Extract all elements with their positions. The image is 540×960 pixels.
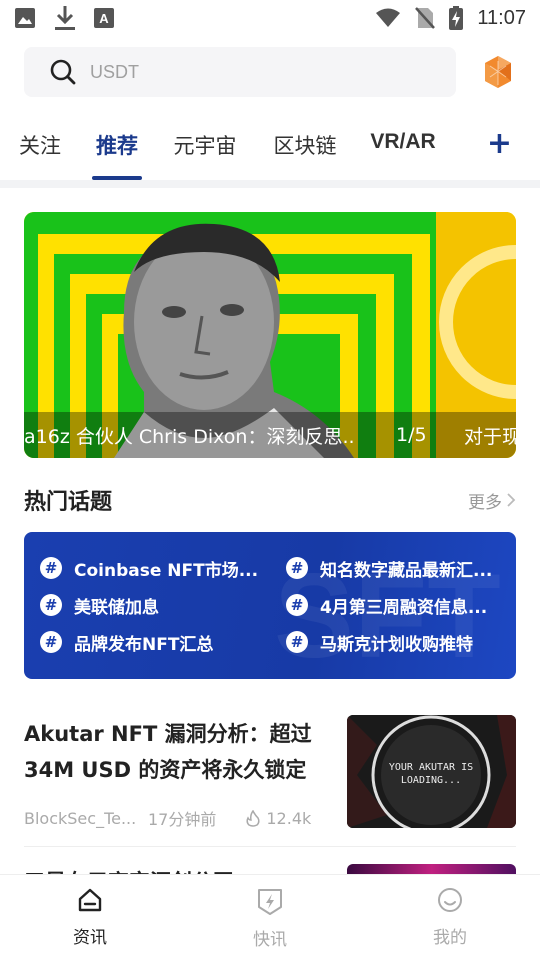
hashtag-icon: # [40, 631, 62, 653]
svg-text:YOUR AKUTAR IS: YOUR AKUTAR IS [389, 762, 473, 773]
section-title: 热门话题 [24, 490, 113, 515]
nav-label: 我的 [433, 928, 467, 948]
nav-news[interactable]: 资讯 [0, 875, 180, 960]
hashtag-icon: # [286, 631, 308, 653]
wifi-icon [376, 8, 401, 27]
app-logo-icon[interactable] [484, 55, 512, 89]
news-icon [78, 888, 102, 912]
clock: 11:07 [477, 6, 526, 29]
article-thumbnail: YOUR AKUTAR IS LOADING... [347, 715, 516, 828]
banner-title: a16z 合伙人 Chris Dixon：深刻反思.. [24, 425, 355, 448]
banner-next-title: 对于现 [464, 425, 516, 448]
more-link[interactable]: 更多 [468, 488, 516, 513]
tab-following[interactable]: 关注 [18, 118, 62, 180]
banner-caption: a16z 合伙人 Chris Dixon：深刻反思.. 1/5 对于现 [24, 412, 516, 458]
more-label: 更多 [468, 492, 502, 513]
hot-topics-card: SFT # Coinbase NFT市场... # 知名数字藏品最新汇... # 美联… [24, 532, 516, 679]
topic-item[interactable]: # 美联储加息 [40, 593, 286, 618]
thumbnail-image: YOUR AKUTAR IS LOADING... [347, 715, 516, 828]
article-divider [24, 846, 516, 847]
article-meta: BlockSec_Te... 17分钟前 12.4k [24, 806, 311, 830]
tab-blockchain[interactable]: 区块链 [272, 118, 338, 180]
topic-item[interactable]: # Coinbase NFT市场... [40, 556, 286, 581]
nav-label: 快讯 [253, 930, 287, 950]
hashtag-icon: # [286, 557, 308, 579]
hashtag-icon: # [40, 594, 62, 616]
article-views: 12.4k [246, 809, 311, 828]
search-input[interactable] [90, 61, 390, 83]
tab-metaverse[interactable]: 元宇宙 [172, 118, 238, 180]
nav-label: 资讯 [73, 928, 107, 948]
nav-flash[interactable]: 快讯 [180, 875, 360, 960]
article-time: 17分钟前 [148, 810, 217, 829]
banner-carousel[interactable]: a16z 合伙人 Chris Dixon：深刻反思.. 1/5 对于现 [24, 212, 516, 458]
article-author: BlockSec_Te... [24, 808, 137, 828]
fire-icon [246, 809, 260, 827]
banner-page-indicator: 1/5 [396, 424, 427, 446]
topic-item[interactable]: #4月第三周融资信息... [286, 593, 510, 618]
no-sim-icon [415, 7, 436, 29]
category-tabs: 关注 推荐 元宇宙 区块链 VR/AR [0, 118, 540, 180]
add-tab-icon[interactable]: + [487, 128, 512, 160]
section-divider [0, 180, 540, 188]
bottom-nav: 资讯 快讯 我的 [0, 874, 540, 960]
tab-recommended[interactable]: 推荐 [92, 118, 142, 180]
flash-icon [258, 889, 282, 915]
battery-charging-icon [449, 6, 464, 30]
chevron-right-icon [507, 493, 516, 507]
topic-item[interactable]: # 马斯克计划收购推特 [286, 630, 510, 655]
svg-text:A: A [99, 11, 109, 26]
hashtag-icon: # [286, 594, 308, 616]
font-app-icon: A [94, 8, 114, 28]
topic-item[interactable]: # 品牌发布NFT汇总 [40, 630, 286, 655]
search-icon [50, 59, 76, 85]
hashtag-icon: # [40, 557, 62, 579]
search-row [24, 46, 516, 98]
smile-icon [438, 888, 462, 912]
topic-item[interactable]: # 知名数字藏品最新汇... [286, 556, 510, 581]
gallery-icon [15, 8, 35, 28]
nav-profile[interactable]: 我的 [360, 875, 540, 960]
download-icon [55, 6, 75, 30]
svg-text:LOADING...: LOADING... [401, 775, 461, 786]
search-bar[interactable] [24, 47, 456, 97]
status-bar: A 11:07 [0, 0, 540, 36]
hot-topics-header: 热门话题 更多 [24, 484, 516, 516]
article-title: Akutar NFT 漏洞分析：超过 34M USD 的资产将永久锁定 [24, 722, 312, 782]
tab-vr-ar[interactable]: VR/AR [370, 118, 436, 180]
article-card[interactable]: Akutar NFT 漏洞分析：超过 34M USD 的资产将永久锁定 Bloc… [24, 712, 516, 842]
